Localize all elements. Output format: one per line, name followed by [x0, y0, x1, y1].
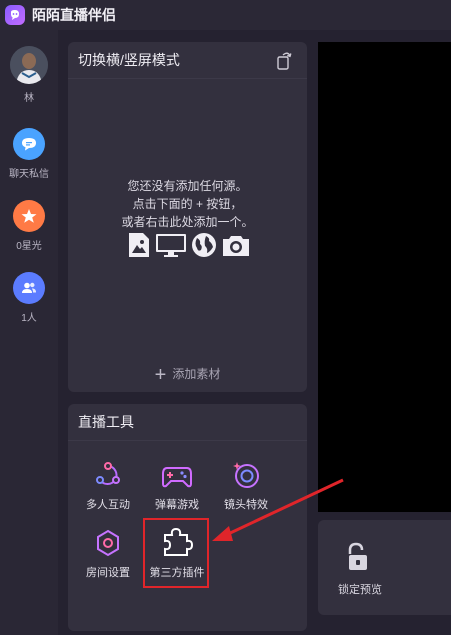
sidebar-item-label: 0星光 [16, 241, 42, 252]
title-bar: 陌陌直播伴侣 [0, 0, 451, 30]
scene-panel: 切换横/竖屏模式 您还没有添加任何源。 点击下面的 + 按钮， 或者右击此处添加… [68, 42, 307, 392]
empty-sources-message[interactable]: 您还没有添加任何源。 点击下面的 + 按钮， 或者右击此处添加一个。 [68, 177, 307, 231]
add-material-button[interactable]: + 添加素材 [68, 364, 307, 387]
globe-icon [191, 232, 217, 263]
avatar[interactable] [10, 46, 48, 84]
tool-camera-effects[interactable]: 镜头特效 [211, 456, 281, 512]
camera-effect-icon [211, 456, 281, 490]
empty-line-1: 您还没有添加任何源。 [127, 179, 248, 193]
scene-panel-header: 切换横/竖屏模式 [68, 42, 307, 79]
tool-label: 弹幕游戏 [155, 499, 199, 511]
left-sidebar: 林 聊天私信 0星光 1人 [0, 30, 58, 635]
plus-icon: + [154, 364, 167, 386]
annotation-highlight-box [143, 518, 209, 588]
rotate-screen-icon[interactable] [275, 50, 293, 73]
empty-line-3: 或者右击此处添加一个。 [121, 215, 254, 229]
tool-room-settings[interactable]: 房间设置 [73, 524, 143, 580]
multi-interaction-icon [73, 456, 143, 490]
user-profile[interactable]: 林 [0, 46, 58, 104]
app-logo-icon [5, 5, 25, 25]
sidebar-item-label: 聊天私信 [9, 169, 49, 180]
tool-label: 多人互动 [86, 499, 130, 511]
orientation-switch-title: 切换横/竖屏模式 [78, 52, 180, 68]
lock-preview-label[interactable]: 锁定预览 [338, 581, 382, 597]
sidebar-item-chat[interactable]: 聊天私信 [0, 128, 58, 180]
live-preview-canvas[interactable] [318, 42, 451, 512]
image-file-icon [127, 232, 151, 263]
live-tools-title: 直播工具 [78, 414, 134, 430]
unlock-icon[interactable] [346, 542, 370, 577]
tool-danmaku-game[interactable]: 弹幕游戏 [142, 456, 212, 512]
gamepad-icon [142, 456, 212, 490]
app-title: 陌陌直播伴侣 [32, 7, 116, 23]
sidebar-item-audience[interactable]: 1人 [0, 272, 58, 324]
star-icon[interactable] [13, 200, 45, 232]
user-name: 林 [24, 93, 34, 104]
room-settings-icon [73, 524, 143, 558]
empty-line-2: 点击下面的 + 按钮， [132, 197, 243, 211]
camera-icon [221, 232, 251, 263]
tool-multi-interaction[interactable]: 多人互动 [73, 456, 143, 512]
add-material-label: 添加素材 [172, 367, 221, 381]
monitor-icon [155, 232, 187, 263]
sidebar-item-label: 1人 [21, 313, 37, 324]
live-tools-header: 直播工具 [68, 404, 307, 441]
tool-label: 镜头特效 [224, 499, 268, 511]
people-icon[interactable] [13, 272, 45, 304]
chat-bubble-icon[interactable] [13, 128, 45, 160]
sidebar-item-stars[interactable]: 0星光 [0, 200, 58, 252]
tool-label: 房间设置 [86, 567, 130, 579]
source-type-icons [127, 232, 251, 263]
preview-controls: 锁定预览 [318, 520, 451, 615]
